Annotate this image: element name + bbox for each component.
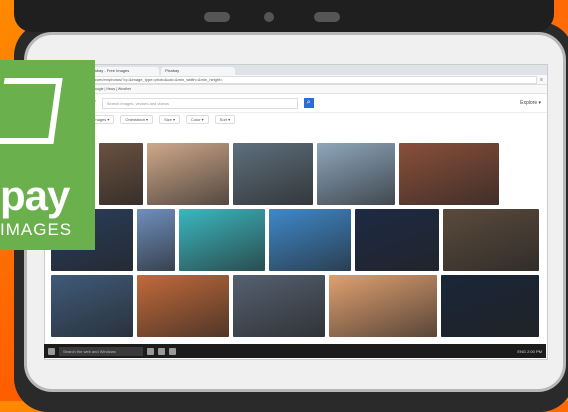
photo-tile[interactable] bbox=[329, 275, 437, 337]
tab-bar: Pixabay - Free Images Pixabay bbox=[45, 65, 547, 75]
sensor-icon bbox=[314, 12, 340, 22]
photo-tile[interactable] bbox=[399, 143, 499, 205]
filter-sort[interactable]: Sort ▾ bbox=[214, 114, 236, 124]
photo-tile[interactable] bbox=[317, 143, 395, 205]
menu-icon[interactable]: ≡ bbox=[540, 77, 543, 83]
windows-start-icon[interactable] bbox=[48, 347, 55, 355]
image-grid bbox=[51, 143, 543, 341]
badge-sub: IMAGES bbox=[0, 220, 73, 239]
pixabay-badge: pay IMAGES bbox=[0, 60, 95, 250]
photo-tile[interactable] bbox=[179, 209, 265, 271]
filter-orientation[interactable]: Orientation ▾ bbox=[120, 114, 154, 124]
results-caption: Free images bbox=[45, 125, 547, 133]
explore-menu[interactable]: Explore ▾ bbox=[520, 100, 541, 106]
taskbar-clock: ENG 2:00 PM bbox=[517, 348, 542, 354]
photo-tile[interactable] bbox=[137, 209, 175, 271]
photo-tile[interactable] bbox=[99, 143, 143, 205]
photo-tile[interactable] bbox=[443, 209, 539, 271]
photo-tile[interactable] bbox=[269, 209, 351, 271]
camera-icon bbox=[264, 12, 274, 22]
photo-tile[interactable] bbox=[51, 275, 133, 337]
photo-tile[interactable] bbox=[233, 275, 325, 337]
taskbar-search-input[interactable]: Search the web and Windows bbox=[59, 346, 143, 356]
folder-icon[interactable] bbox=[158, 347, 165, 355]
speaker-icon bbox=[204, 12, 230, 22]
photo-tile[interactable] bbox=[233, 143, 313, 205]
filter-bar: Photos ▾ All Images ▾ Orientation ▾ Size… bbox=[45, 113, 547, 125]
photo-tile[interactable] bbox=[355, 209, 439, 271]
filter-size[interactable]: Size ▾ bbox=[159, 114, 180, 124]
tablet-top-edge bbox=[14, 0, 554, 32]
store-icon[interactable] bbox=[169, 347, 176, 355]
image-row bbox=[51, 209, 543, 271]
tab-pixabay[interactable]: Pixabay bbox=[161, 67, 235, 75]
photo-tile[interactable] bbox=[147, 143, 229, 205]
photo-tile[interactable] bbox=[137, 275, 229, 337]
browser-window: Pixabay - Free Images Pixabay ← ⟳ https:… bbox=[44, 64, 548, 360]
windows-taskbar: Search the web and Windows ENG 2:00 PM bbox=[44, 344, 546, 358]
site-header: pixabay Search images, vectors and video… bbox=[45, 94, 547, 113]
edge-icon[interactable] bbox=[147, 347, 154, 355]
address-bar-row: ← ⟳ https://pixabay.com/en/photos/?q=&im… bbox=[45, 75, 547, 85]
filter-color[interactable]: Color ▾ bbox=[185, 114, 209, 124]
image-row bbox=[51, 275, 543, 337]
tab-pixabay-main[interactable]: Pixabay - Free Images bbox=[85, 67, 159, 75]
address-field[interactable]: https://pixabay.com/en/photos/?q=&image_… bbox=[64, 75, 538, 84]
image-row bbox=[51, 143, 543, 205]
bookmarks-bar[interactable]: Apps | Pixabay | Microsoft | Google | Ne… bbox=[45, 85, 547, 94]
badge-word: pay bbox=[0, 172, 70, 219]
search-button[interactable]: ⌕ bbox=[303, 98, 314, 108]
photo-tile[interactable] bbox=[441, 275, 539, 337]
search-input[interactable]: Search images, vectors and videos bbox=[101, 97, 298, 109]
pixabay-logo-icon bbox=[0, 78, 63, 144]
